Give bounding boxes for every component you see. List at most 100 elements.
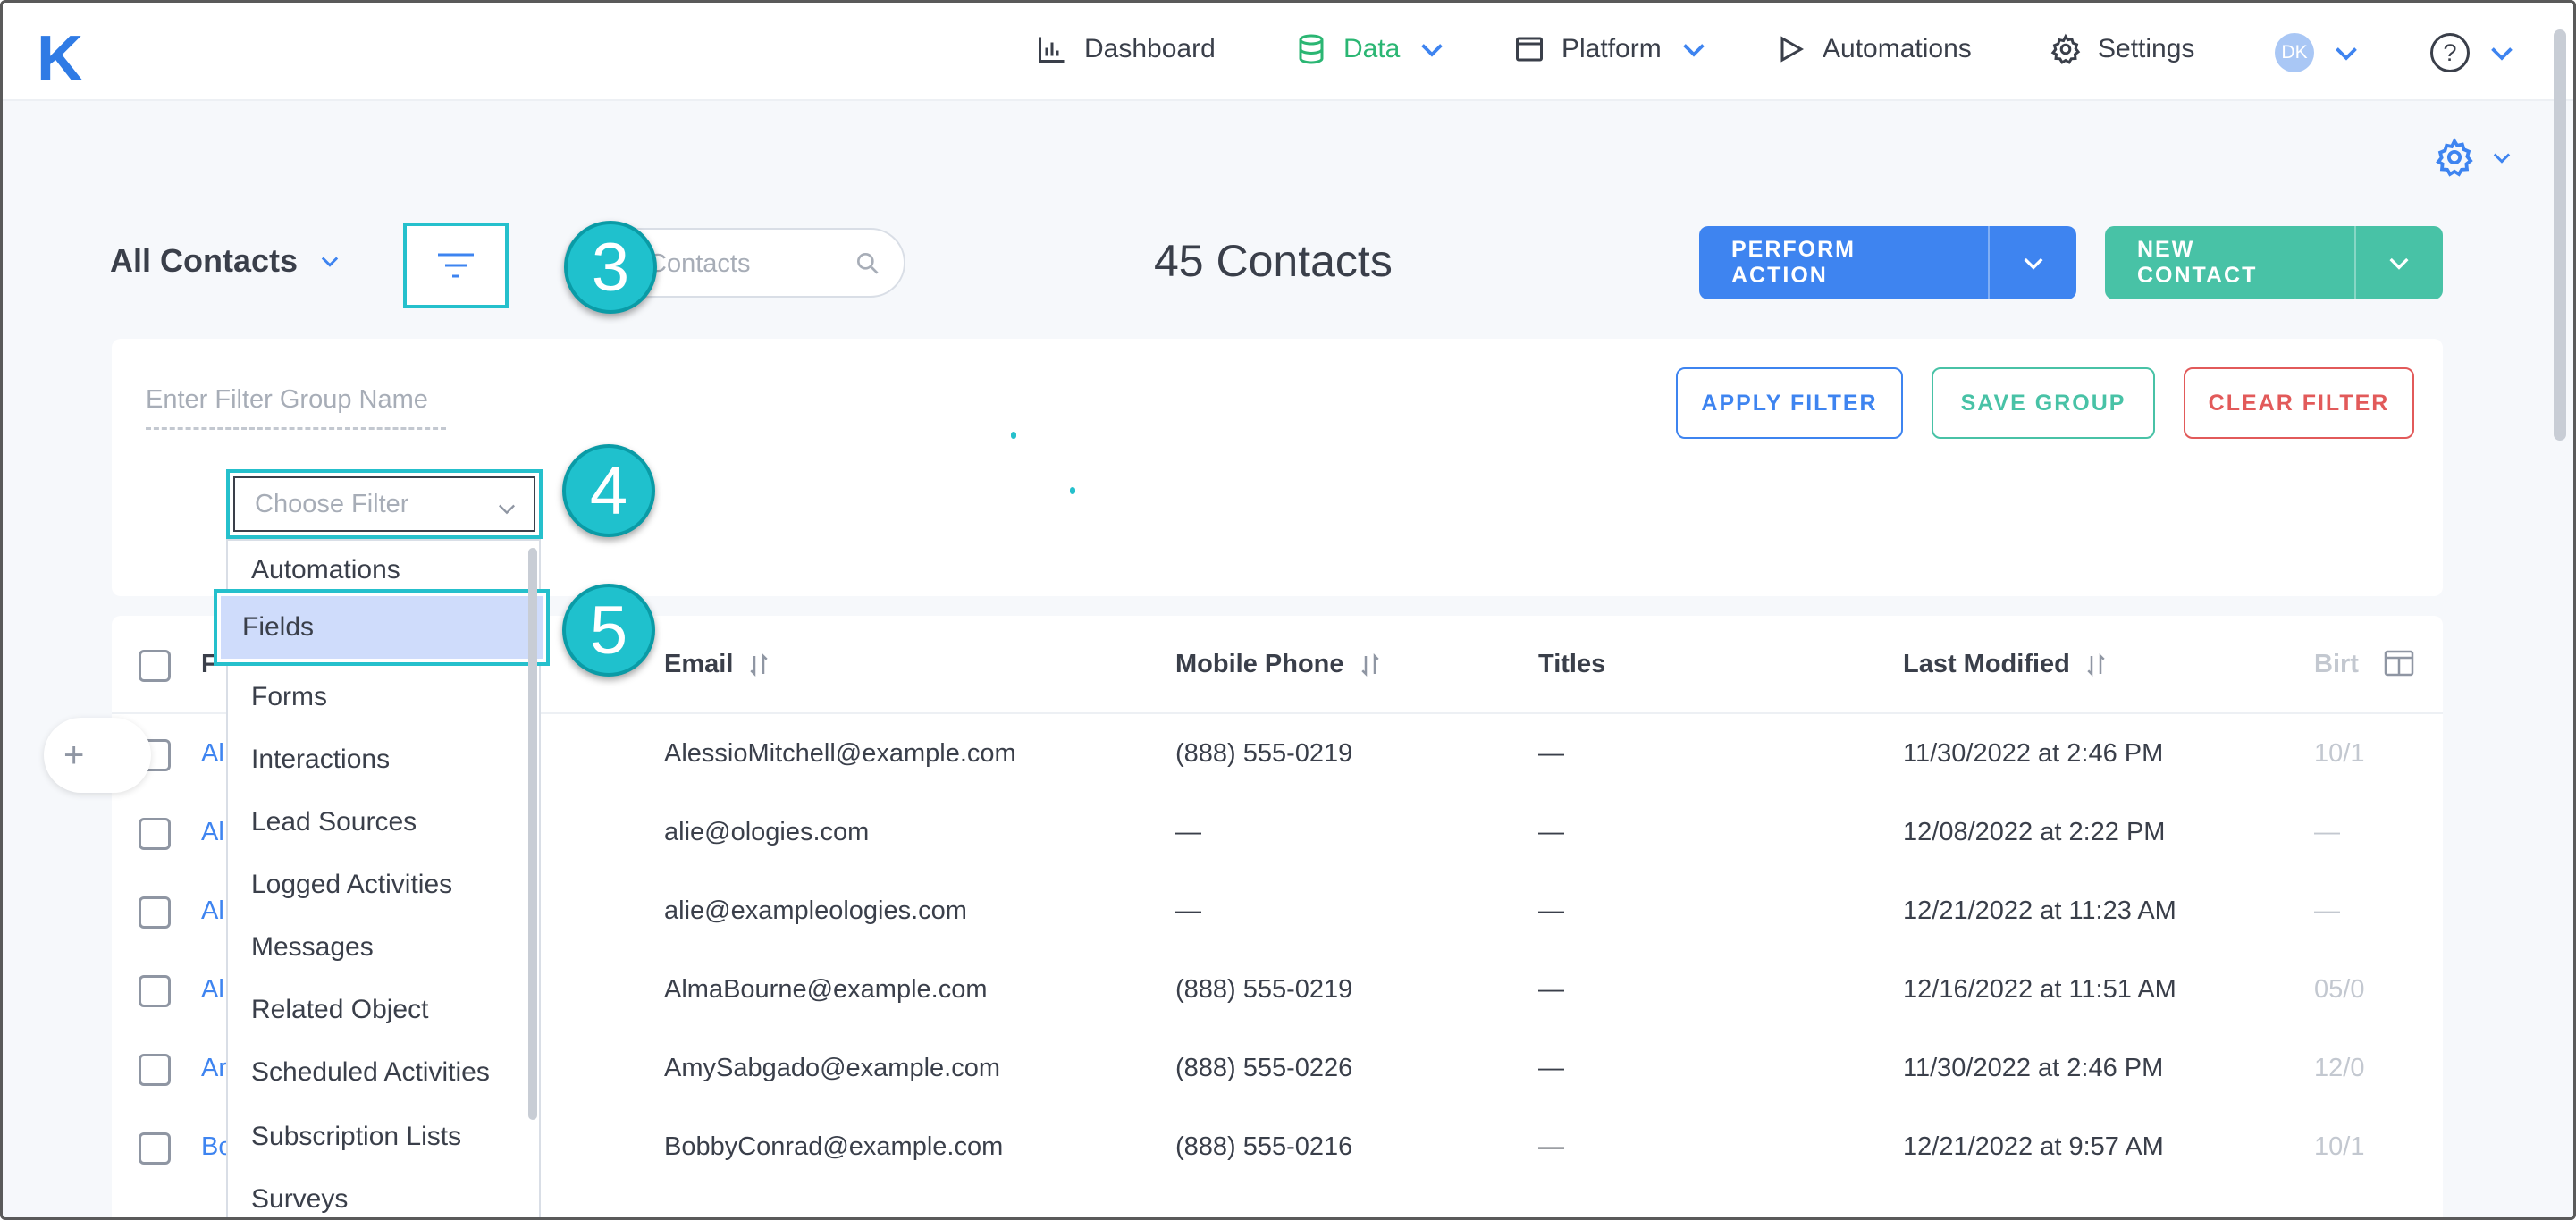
loading-dot [1070,487,1075,494]
step-badge-4: 4 [562,444,655,537]
col-titles[interactable]: Titles [1538,650,1605,679]
top-nav: K Dashboard Data Platform Automations Se… [3,3,2573,101]
user-menu[interactable]: DK [2275,33,2362,72]
row-name-link[interactable]: Al [201,896,224,926]
nav-settings[interactable]: Settings [2050,33,2194,65]
window-icon [1516,37,1543,62]
row-birthday: 05/0 [2314,975,2365,1004]
row-email: AlmaBourne@example.com [664,975,988,1004]
row-birthday: 12/0 [2314,1054,2365,1082]
perform-action-menu-toggle[interactable] [1988,226,2076,299]
app-logo[interactable]: K [37,22,83,96]
row-checkbox[interactable] [139,818,171,850]
nav-automations[interactable]: Automations [1774,33,1972,65]
row-titles: — [1538,739,1564,768]
sort-icon [750,652,769,677]
row-titles: — [1538,975,1564,1004]
add-row-button[interactable]: + [44,718,151,793]
row-email: BobbyConrad@example.com [664,1132,1004,1161]
step-badge-3: 3 [564,221,657,314]
row-email: alie@ologies.com [664,818,870,846]
row-name-link[interactable]: Al [201,739,224,769]
apply-filter-button[interactable]: APPLY FILTER [1676,367,1903,439]
gear-icon [2050,33,2081,64]
columns-icon[interactable] [2384,650,2414,677]
col-birthday[interactable]: Birt [2314,650,2359,679]
row-phone: (888) 555-0226 [1175,1054,1353,1082]
choose-filter-placeholder: Choose Filter [233,476,535,532]
col-email-label: Email [664,650,734,678]
row-checkbox[interactable] [139,896,171,929]
new-contact-button[interactable]: NEW CONTACT [2105,226,2443,299]
help-menu[interactable]: ? [2430,33,2518,72]
row-titles: — [1538,896,1564,925]
row-birthday: 10/1 [2314,1132,2365,1161]
nav-automations-label: Automations [1823,34,1972,63]
filter-toggle-button[interactable] [403,223,509,308]
menu-item-fields-label: Fields [221,596,543,659]
contacts-header: All Contacts Contacts 45 Contacts PERFOR… [3,217,2573,308]
menu-item-fields[interactable]: Fields [214,589,550,666]
row-modified: 12/16/2022 at 11:51 AM [1903,975,2176,1004]
menu-item-interactions[interactable]: Interactions [251,745,390,775]
menu-item-surveys[interactable]: Surveys [251,1184,348,1215]
page-settings-button[interactable] [2434,137,2514,178]
chevron-down-icon [321,257,339,267]
row-name-link[interactable]: Al [201,818,224,847]
row-checkbox[interactable] [139,1054,171,1086]
chart-icon [1039,37,1065,63]
row-titles: — [1538,1132,1564,1161]
nav-data[interactable]: Data [1295,33,1448,65]
nav-dashboard[interactable]: Dashboard [1036,33,1216,65]
menu-item-lead-sources[interactable]: Lead Sources [251,807,417,837]
row-birthday: 10/1 [2314,739,2365,768]
nav-data-label: Data [1343,34,1401,63]
nav-settings-label: Settings [2098,34,2195,63]
nav-platform[interactable]: Platform [1513,33,1710,65]
row-modified: 11/30/2022 at 2:46 PM [1903,739,2164,768]
row-name-link[interactable]: Al [201,975,224,1005]
row-email: AmySabgado@example.com [664,1054,1001,1082]
row-checkbox[interactable] [139,975,171,1007]
database-icon [1299,34,1324,64]
view-selector[interactable]: All Contacts [110,242,342,280]
chevron-down-icon [2491,47,2513,61]
menu-item-scheduled-activities[interactable]: Scheduled Activities [251,1057,490,1088]
row-birthday: — [2314,818,2340,846]
page-scrollbar[interactable] [2554,29,2566,441]
menu-item-automations[interactable]: Automations [251,555,400,585]
col-last-modified-label: Last Modified [1903,650,2070,678]
row-email: AlessioMitchell@example.com [664,739,1016,768]
menu-item-subscription-lists[interactable]: Subscription Lists [251,1122,461,1152]
col-mobile-phone[interactable]: Mobile Phone [1175,650,1384,679]
search-icon [857,253,879,274]
col-birthday-label: Birt [2314,650,2359,678]
row-name-link[interactable]: Ar [201,1054,227,1083]
nav-dashboard-label: Dashboard [1084,34,1216,63]
col-last-modified[interactable]: Last Modified [1903,650,2109,679]
menu-item-logged-activities[interactable]: Logged Activities [251,870,452,900]
select-all-checkbox[interactable] [139,650,171,682]
chevron-down-icon [1421,44,1444,57]
row-checkbox[interactable] [139,1132,171,1165]
row-phone: (888) 555-0219 [1175,975,1353,1004]
row-titles: — [1538,1054,1564,1082]
menu-item-related-object[interactable]: Related Object [251,995,428,1025]
row-birthday: — [2314,896,2340,925]
perform-action-button[interactable]: PERFORM ACTION [1699,226,2076,299]
chevron-down-icon [1682,44,1705,57]
new-contact-menu-toggle[interactable] [2353,226,2443,299]
menu-scrollbar[interactable] [528,548,537,1120]
sort-icon [2087,652,2105,677]
chevron-down-icon [2389,257,2409,270]
step-badge-5: 5 [562,584,655,677]
row-titles: — [1538,818,1564,846]
save-group-button[interactable]: SAVE GROUP [1932,367,2155,439]
col-email[interactable]: Email [664,650,772,679]
row-phone: — [1175,818,1201,846]
choose-filter-select[interactable]: Choose Filter [226,469,543,539]
menu-item-forms[interactable]: Forms [251,682,327,712]
clear-filter-button[interactable]: CLEAR FILTER [2184,367,2414,439]
menu-item-messages[interactable]: Messages [251,932,374,963]
filter-group-name-input[interactable]: Enter Filter Group Name [146,385,446,430]
